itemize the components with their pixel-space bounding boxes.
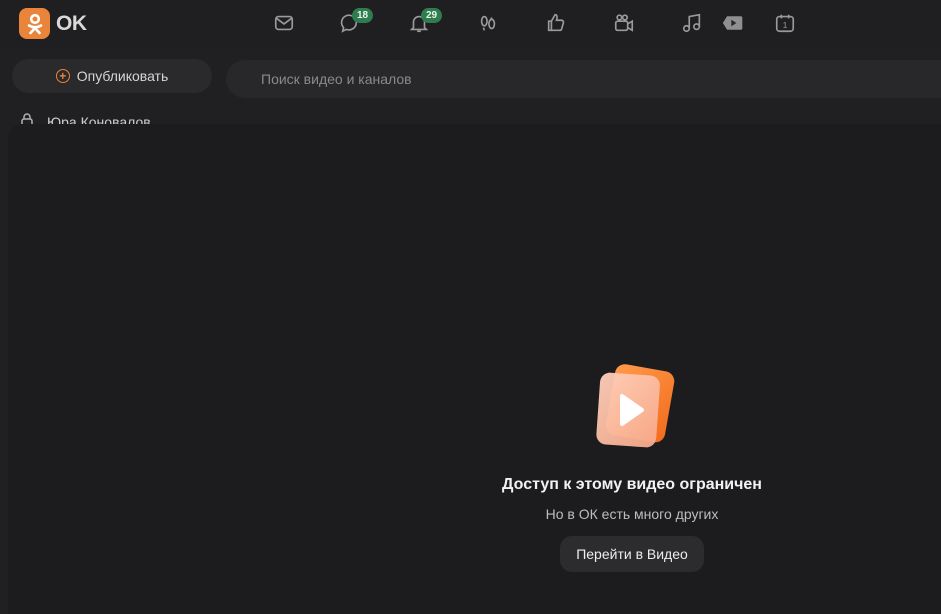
music-icon[interactable]: [680, 11, 704, 35]
video-camera-icon[interactable]: [612, 11, 636, 35]
publish-label: Опубликовать: [76, 68, 169, 84]
search-bar[interactable]: [226, 60, 941, 98]
restricted-subtitle: Но в ОК есть много других: [545, 506, 719, 522]
guests-icon[interactable]: [476, 11, 500, 35]
discussions-badge: 18: [352, 8, 374, 23]
ok-logo[interactable]: OK: [19, 8, 87, 39]
restricted-message: Доступ к этому видео ограничен Но в ОК е…: [482, 360, 782, 572]
discussions-icon[interactable]: 18: [338, 8, 374, 35]
likes-icon[interactable]: [544, 11, 568, 35]
go-to-video-button[interactable]: Перейти в Видео: [560, 536, 704, 572]
video-placeholder-icon: [584, 360, 680, 456]
notifications-icon[interactable]: 29: [407, 8, 443, 35]
top-bar: OK 18 29 1: [0, 0, 941, 48]
publish-button[interactable]: + Опубликовать: [12, 59, 212, 93]
calendar-icon[interactable]: 1: [773, 11, 797, 35]
ok-logo-icon: [19, 8, 50, 39]
search-input[interactable]: [261, 71, 941, 87]
messages-icon[interactable]: [272, 11, 296, 35]
video-play-icon[interactable]: [720, 11, 746, 35]
calendar-day: 1: [783, 21, 788, 30]
notifications-badge: 29: [421, 8, 443, 23]
logo-text: OK: [56, 11, 87, 35]
restricted-title: Доступ к этому видео ограничен: [502, 476, 762, 493]
plus-icon: +: [55, 69, 70, 83]
video-modal: [8, 124, 941, 614]
